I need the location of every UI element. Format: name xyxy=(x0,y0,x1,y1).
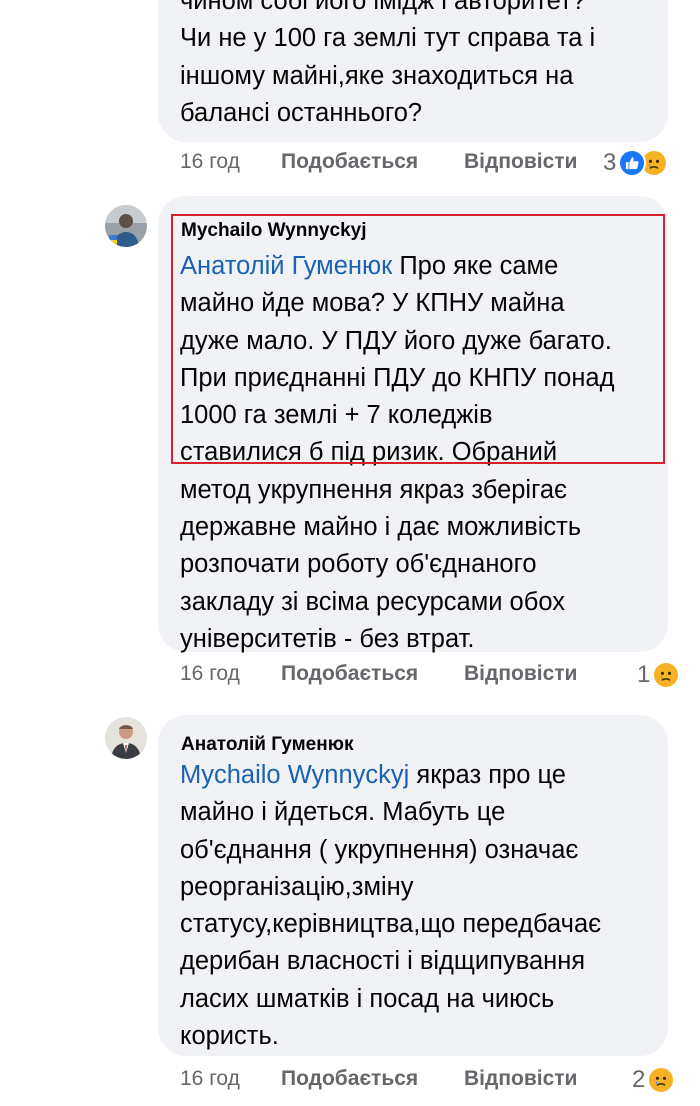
avatar[interactable] xyxy=(105,717,147,759)
comment-line: балансі останнього? xyxy=(180,98,423,127)
comment-line: ласих шматків і посад на чиюсь xyxy=(180,984,555,1013)
highlight-box xyxy=(171,214,665,464)
comment-line: користь. xyxy=(180,1022,279,1051)
timestamp[interactable]: 16 год xyxy=(180,150,240,174)
comment-line: розпочати роботу об'єднаного xyxy=(180,550,537,579)
reaction-count: 1 xyxy=(637,661,651,688)
reactions-summary[interactable]: 2 xyxy=(632,1065,676,1095)
like-button[interactable]: Подобається xyxy=(281,150,418,174)
reply-button[interactable]: Відповісти xyxy=(464,150,577,174)
reaction-count: 2 xyxy=(632,1066,646,1093)
comment-line: закладу зі всіма ресурсами обох xyxy=(180,587,565,616)
avatar[interactable] xyxy=(105,205,147,247)
reactions-summary[interactable]: 3 xyxy=(603,148,669,178)
comment-line: чином собі його імідж і авторитет? xyxy=(180,0,586,15)
timestamp[interactable]: 16 год xyxy=(180,662,240,686)
comment-line: майно і йдеться. Мабуть це xyxy=(180,798,506,827)
comment-text: Mychailo Wynnyckyj якраз про це майно і … xyxy=(180,757,650,1055)
reply-button[interactable]: Відповісти xyxy=(464,1067,577,1091)
reply-button[interactable]: Відповісти xyxy=(464,662,577,686)
comment-line: іншому майні,яке знаходиться на xyxy=(180,61,574,90)
comment-line: метод укрупнення якраз зберігає xyxy=(180,475,568,504)
comment-line: Чи не у 100 га землі тут справа та і xyxy=(180,24,596,53)
comment-text: чином собі його імідж і авторитет? Чи не… xyxy=(180,0,650,132)
comment-line: державне майно і дає можливість xyxy=(180,513,582,542)
comment-line: університетів - без втрат. xyxy=(180,624,475,653)
reaction-count: 3 xyxy=(603,149,617,176)
comment-line: дерибан власності і відщипування xyxy=(180,947,586,976)
like-button[interactable]: Подобається xyxy=(281,662,418,686)
mention-link[interactable]: Mychailo Wynnyckyj xyxy=(180,761,409,789)
comment-line: об'єднання ( укрупнення) означає xyxy=(180,835,579,864)
comment-line: статусу,керівництва,що передбачає xyxy=(180,910,602,939)
like-button[interactable]: Подобається xyxy=(281,1067,418,1091)
comment-actions: 16 год Подобається Відповісти xyxy=(180,662,680,692)
timestamp[interactable]: 16 год xyxy=(180,1067,240,1091)
comment-actions: 16 год Подобається Відповісти xyxy=(180,1067,680,1097)
comment-author[interactable]: Анатолій Гуменюк xyxy=(181,734,353,756)
comment-line: Mychailo Wynnyckyj якраз про це xyxy=(180,757,650,794)
comment-line-rest: якраз про це xyxy=(409,761,566,789)
like-icon xyxy=(618,149,647,177)
sad-icon xyxy=(647,1066,676,1094)
reactions-summary[interactable]: 1 xyxy=(637,660,681,690)
sad-icon xyxy=(652,661,681,689)
comment-line: реорганізацію,зміну xyxy=(180,872,414,901)
